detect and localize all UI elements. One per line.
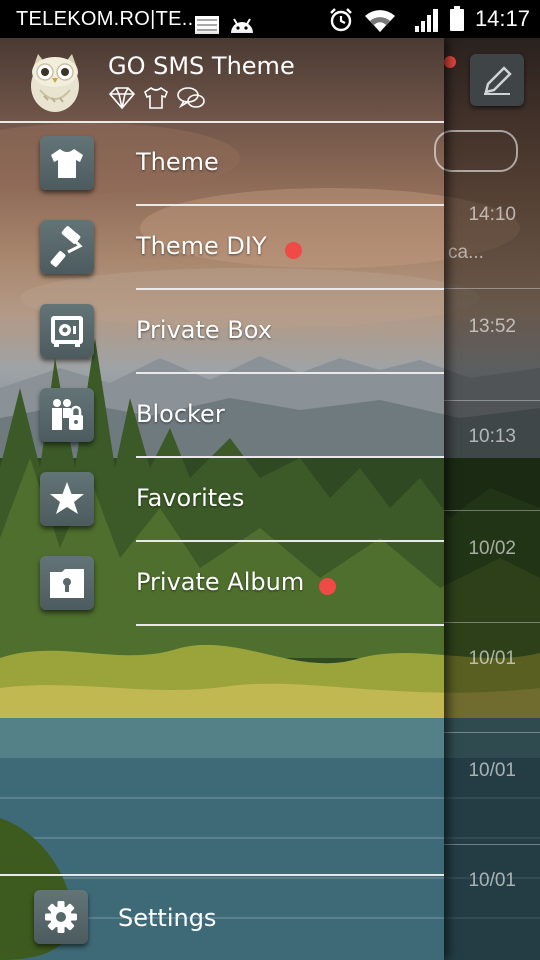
- tshirt-icon: [40, 136, 94, 190]
- conversation-time: 14:10: [468, 204, 516, 225]
- locked-folder-icon: [40, 556, 94, 610]
- carrier-name: TELEKOM.RO|TE...: [16, 8, 200, 30]
- conversation-time: 10/01: [468, 870, 516, 891]
- menu-item-theme-diy[interactable]: Theme DIY: [0, 206, 444, 290]
- compose-button[interactable]: [470, 54, 524, 106]
- menu-item-favorites[interactable]: Favorites: [0, 458, 444, 542]
- menu-item-label: Private Album: [136, 568, 305, 596]
- menu-item-theme[interactable]: Theme: [0, 122, 444, 206]
- drawer-header: GO SMS Theme: [0, 38, 444, 122]
- theme-badges: [108, 86, 206, 112]
- navigation-drawer: GO SMS Theme Theme Theme DIY Private Box…: [0, 38, 444, 960]
- menu-item-label: Blocker: [136, 400, 225, 428]
- conversation-list: 14:10 ca... 13:52 10:13 10/02 10/01 10/0…: [434, 38, 540, 960]
- pencil-icon: [484, 66, 512, 95]
- clock: 14:17: [474, 6, 530, 31]
- diamond-icon: [108, 86, 136, 112]
- menu-item-blocker[interactable]: Blocker: [0, 374, 444, 458]
- conversation-snippet: ca...: [448, 242, 484, 263]
- new-badge: [319, 578, 336, 595]
- star-icon: [40, 472, 94, 526]
- blocked-contacts-icon: [40, 388, 94, 442]
- menu-item-label: Theme DIY: [136, 232, 267, 260]
- tshirt-icon: [142, 86, 170, 112]
- menu-item-private-album[interactable]: Private Album: [0, 542, 444, 626]
- menu-item-label: Private Box: [136, 316, 272, 344]
- chat-bubbles-icon: [176, 86, 206, 112]
- conversation-time: 10/01: [468, 760, 516, 781]
- owl-avatar: [28, 48, 82, 114]
- settings-button[interactable]: Settings: [0, 876, 444, 960]
- conversation-time: 10:13: [468, 426, 516, 447]
- conversation-time: 10/02: [468, 538, 516, 559]
- conversation-time: 10/01: [468, 648, 516, 669]
- conversation-time: 13:52: [468, 316, 516, 337]
- paint-roller-icon: [40, 220, 94, 274]
- safe-icon: [40, 304, 94, 358]
- new-badge: [285, 242, 302, 259]
- unread-indicator: [444, 56, 456, 68]
- status-bar: TELEKOM.RO|TE... 14:17: [0, 0, 540, 38]
- menu-item-private-box[interactable]: Private Box: [0, 290, 444, 374]
- app-title: GO SMS Theme: [108, 52, 295, 80]
- search-input[interactable]: [434, 130, 518, 172]
- menu-item-label: Favorites: [136, 484, 245, 512]
- settings-label: Settings: [118, 904, 217, 932]
- gear-icon: [34, 890, 88, 944]
- menu-item-label: Theme: [136, 148, 219, 176]
